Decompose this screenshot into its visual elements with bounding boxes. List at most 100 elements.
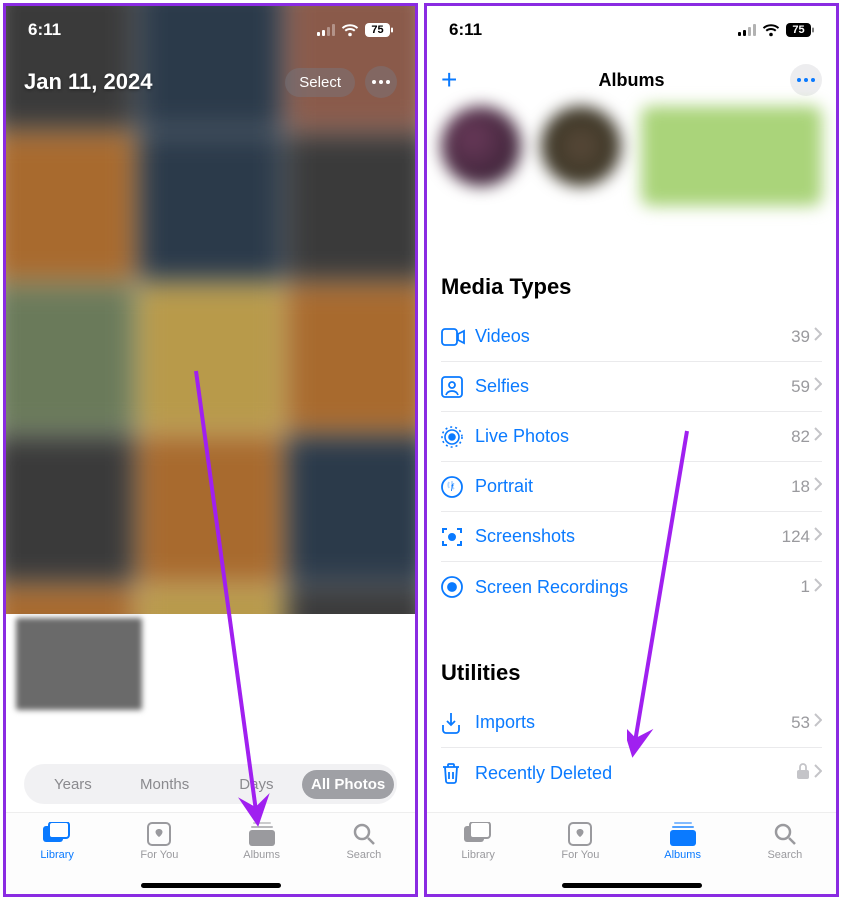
tab-search[interactable]: Search xyxy=(748,821,822,861)
status-time: 6:11 xyxy=(28,20,61,40)
status-time: 6:11 xyxy=(449,20,482,40)
media-types-section: Media Types Videos 39 Selfies 59 Live Ph… xyxy=(441,274,822,612)
row-label: Selfies xyxy=(475,376,791,397)
tab-library-label: Library xyxy=(40,849,74,861)
chevron-right-icon xyxy=(814,527,822,546)
home-indicator[interactable] xyxy=(141,883,281,888)
segment-all-photos[interactable]: All Photos xyxy=(302,770,394,799)
row-label: Imports xyxy=(475,712,791,733)
battery-icon: 75 xyxy=(365,23,393,37)
status-bar: 6:11 75 xyxy=(6,6,415,54)
portrait-icon: f xyxy=(441,476,475,498)
chevron-right-icon xyxy=(814,477,822,496)
tab-albums[interactable]: Albums xyxy=(225,821,299,861)
trash-icon xyxy=(441,762,475,784)
row-recently-deleted[interactable]: Recently Deleted xyxy=(441,748,822,798)
chevron-right-icon xyxy=(814,578,822,597)
chevron-right-icon xyxy=(814,427,822,446)
chevron-right-icon xyxy=(814,327,822,346)
row-count: 82 xyxy=(791,427,810,447)
wifi-icon xyxy=(341,24,359,37)
row-portrait[interactable]: f Portrait 18 xyxy=(441,462,822,512)
tab-for-you[interactable]: For You xyxy=(543,821,617,861)
row-count: 39 xyxy=(791,327,810,347)
wifi-icon xyxy=(762,24,780,37)
media-types-heading: Media Types xyxy=(441,274,822,300)
battery-icon: 75 xyxy=(786,23,814,37)
row-screen-recordings[interactable]: Screen Recordings 1 xyxy=(441,562,822,612)
people-album-2[interactable] xyxy=(541,106,621,246)
cellular-icon xyxy=(317,24,335,36)
status-bar: 6:11 75 xyxy=(427,6,836,54)
row-count: 124 xyxy=(782,527,810,547)
row-label: Screen Recordings xyxy=(475,577,801,598)
row-live-photos[interactable]: Live Photos 82 xyxy=(441,412,822,462)
shared-album-card[interactable] xyxy=(641,106,822,206)
albums-icon xyxy=(249,821,275,847)
tab-bar: Library For You Albums Search xyxy=(427,812,836,894)
last-thumbnail[interactable] xyxy=(16,618,142,710)
tab-library[interactable]: Library xyxy=(441,821,515,861)
photo-grid-background xyxy=(3,3,418,651)
cellular-icon xyxy=(738,24,756,36)
row-label: Videos xyxy=(475,326,791,347)
row-count: 53 xyxy=(791,713,810,733)
screenshots-icon xyxy=(441,526,475,548)
segment-years[interactable]: Years xyxy=(27,770,119,799)
albums-icon xyxy=(670,821,696,847)
tab-albums[interactable]: Albums xyxy=(646,821,720,861)
tab-search-label: Search xyxy=(346,849,381,861)
row-count: 59 xyxy=(791,377,810,397)
status-indicators: 75 xyxy=(317,23,393,37)
utilities-heading: Utilities xyxy=(441,660,822,686)
row-imports[interactable]: Imports 53 xyxy=(441,698,822,748)
search-icon xyxy=(773,821,797,847)
chevron-right-icon xyxy=(814,713,822,732)
home-indicator[interactable] xyxy=(562,883,702,888)
tab-library-label: Library xyxy=(461,849,495,861)
row-label: Live Photos xyxy=(475,426,791,447)
nav-bar: + Albums xyxy=(427,58,836,102)
row-count: 1 xyxy=(801,577,810,597)
for-you-icon xyxy=(147,821,171,847)
phone-library: 6:11 75 Jan 11, 2024 Select Years Months… xyxy=(3,3,418,897)
row-label: Portrait xyxy=(475,476,791,497)
tab-for-you-label: For You xyxy=(140,849,178,861)
imports-icon xyxy=(441,712,475,734)
lock-icon xyxy=(796,762,810,785)
tab-search[interactable]: Search xyxy=(327,821,401,861)
add-button[interactable]: + xyxy=(441,64,457,96)
tab-search-label: Search xyxy=(767,849,802,861)
library-date-title: Jan 11, 2024 xyxy=(24,69,152,95)
utilities-section: Utilities Imports 53 Recently Deleted xyxy=(441,660,822,798)
tab-library[interactable]: Library xyxy=(20,821,94,861)
tab-for-you-label: For You xyxy=(561,849,599,861)
status-indicators: 75 xyxy=(738,23,814,37)
live-photos-icon xyxy=(441,426,475,448)
more-button[interactable] xyxy=(365,66,397,98)
screen-recordings-icon xyxy=(441,576,475,598)
video-icon xyxy=(441,328,475,346)
row-screenshots[interactable]: Screenshots 124 xyxy=(441,512,822,562)
row-count: 18 xyxy=(791,477,810,497)
segment-months[interactable]: Months xyxy=(119,770,211,799)
for-you-icon xyxy=(568,821,592,847)
chevron-right-icon xyxy=(814,377,822,396)
more-button[interactable] xyxy=(790,64,822,96)
select-button[interactable]: Select xyxy=(285,68,355,97)
view-segmented-control[interactable]: Years Months Days All Photos xyxy=(24,764,397,804)
phone-albums: 6:11 75 + Albums Media Types Videos 39 xyxy=(424,3,839,897)
segment-days[interactable]: Days xyxy=(211,770,303,799)
search-icon xyxy=(352,821,376,847)
selfies-icon xyxy=(441,376,475,398)
tab-albums-label: Albums xyxy=(243,849,280,861)
row-videos[interactable]: Videos 39 xyxy=(441,312,822,362)
tab-bar: Library For You Albums Search xyxy=(6,812,415,894)
people-albums-row xyxy=(441,106,822,246)
people-album-1[interactable] xyxy=(441,106,521,246)
row-selfies[interactable]: Selfies 59 xyxy=(441,362,822,412)
library-icon xyxy=(43,821,71,847)
tab-for-you[interactable]: For You xyxy=(122,821,196,861)
nav-title: Albums xyxy=(598,70,664,91)
row-label: Screenshots xyxy=(475,526,782,547)
